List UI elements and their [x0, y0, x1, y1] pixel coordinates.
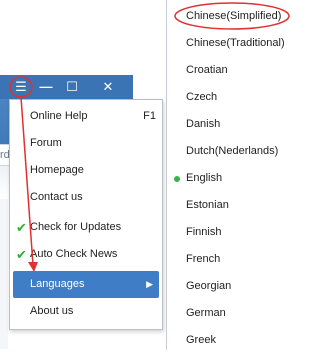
annotation-circle-chinese-simplified [174, 2, 290, 30]
annotation-overlay [9, 2, 290, 272]
annotation-arrow-line [20, 96, 34, 266]
annotation-circle-menu-button [9, 76, 33, 98]
annotation-arrowhead [28, 262, 38, 272]
